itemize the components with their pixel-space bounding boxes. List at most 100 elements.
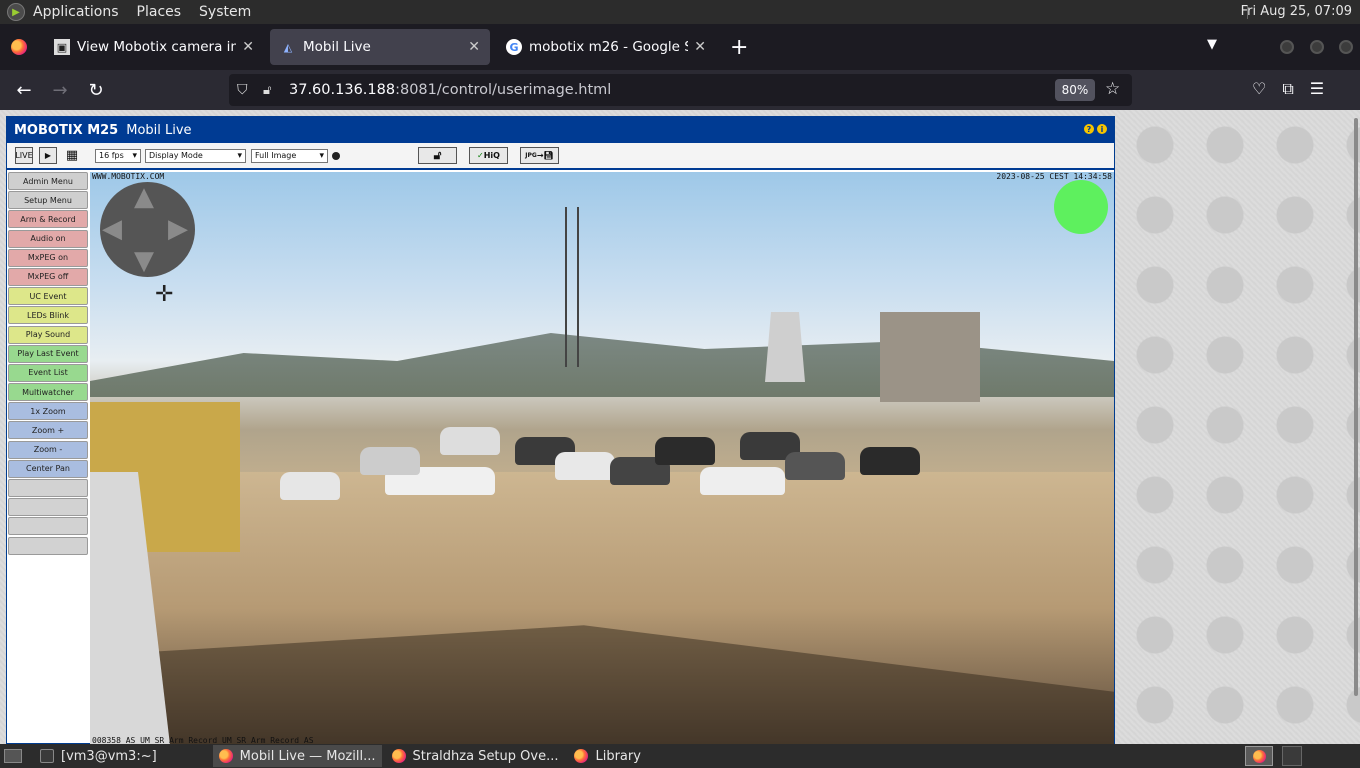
gnome-foot-icon[interactable]: ▶ — [7, 3, 25, 21]
taskbar-item-straldhza[interactable]: Straldhza Setup Ove... — [386, 745, 565, 767]
car — [360, 447, 420, 475]
taskbar-item-label: Straldhza Setup Ove... — [412, 748, 559, 764]
side-menu-empty-button[interactable] — [8, 498, 88, 517]
tab-mobil-live[interactable]: ◭ Mobil Live ✕ — [270, 29, 490, 65]
reload-icon[interactable]: ↻ — [78, 80, 114, 101]
camera-frame: MOBOTIX M25 Mobil Live ? i LIVE ▶ ▦ 16 f… — [6, 116, 1115, 744]
side-menu-event-list-button[interactable]: Event List — [8, 363, 88, 382]
play-icon[interactable]: ▶ — [39, 147, 57, 164]
close-tab-icon[interactable]: ✕ — [694, 39, 706, 55]
jpg-save-button[interactable]: JPG →💾︎ — [520, 147, 559, 164]
tab-title: mobotix m26 - Google Sear — [529, 39, 688, 55]
pan-up-arrow-icon[interactable]: ▲ — [134, 184, 154, 210]
applications-menu[interactable]: Applications — [33, 4, 119, 20]
status-indicator-icon[interactable] — [332, 152, 340, 160]
maximize-button[interactable] — [1310, 40, 1324, 54]
side-menu-empty-button[interactable] — [8, 479, 88, 497]
side-menu-arm-record-button[interactable]: Arm & Record — [8, 210, 88, 229]
side-menu-zoom-button[interactable]: Zoom + — [8, 421, 88, 440]
car — [655, 437, 715, 465]
minimize-button[interactable] — [1280, 40, 1294, 54]
multiview-grid-icon[interactable]: ▦ — [63, 147, 81, 164]
insecure-lock-icon[interactable]: 🔓︎ — [263, 83, 279, 98]
taskbar-item-library[interactable]: Library — [568, 745, 646, 767]
osd-website: WWW.MOBOTIX.COM — [92, 172, 165, 181]
display-mode-select[interactable]: Display Mode — [145, 149, 246, 163]
side-menu-leds-blink-button[interactable]: LEDs Blink — [8, 306, 88, 325]
system-menu[interactable]: System — [199, 4, 251, 20]
side-menu-uc-event-button[interactable]: UC Event — [8, 287, 88, 306]
workspace-firefox-icon[interactable] — [1245, 746, 1273, 766]
extensions-icon[interactable]: ⧉ — [1282, 79, 1293, 99]
workspace-switcher[interactable] — [1282, 746, 1302, 766]
places-menu[interactable]: Places — [137, 4, 182, 20]
parked-cars — [280, 412, 920, 522]
close-tab-icon[interactable]: ✕ — [468, 39, 480, 55]
info-icon[interactable]: i — [1097, 124, 1107, 134]
bottom-taskbar: [vm3@vm3:~] Mobil Live — Mozill... Stral… — [0, 744, 1360, 768]
side-menu-empty-button[interactable] — [8, 536, 88, 555]
unlock-icon[interactable]: 🔓︎ — [418, 147, 457, 164]
car — [785, 452, 845, 480]
side-menu-admin-menu-button[interactable]: Admin Menu — [8, 172, 88, 190]
clock[interactable]: Fri Aug 25, 07:09 — [1241, 4, 1352, 19]
car — [860, 447, 920, 475]
pan-tilt-control[interactable]: ▲ ▼ ◀ ▶ — [100, 182, 195, 277]
side-menu-setup-menu-button[interactable]: Setup Menu — [8, 191, 88, 210]
side-menu-empty-button[interactable] — [8, 517, 88, 536]
hiq-button[interactable]: ✓ HiQ — [469, 147, 508, 164]
side-menu-mxpeg-off-button[interactable]: MxPEG off — [8, 267, 88, 286]
side-menu-multiwatcher-button[interactable]: Multiwatcher — [8, 383, 88, 402]
camera-page-title: Mobil Live — [126, 122, 192, 138]
pocket-icon[interactable]: ♡ — [1252, 79, 1266, 99]
hamburger-menu-icon[interactable]: ☰ — [1310, 79, 1324, 99]
taskbar-item-label: [vm3@vm3:~] — [61, 748, 157, 764]
nav-bar: ← → ↻ ⛉ 🔓︎ 37.60.136.188:8081/control/us… — [0, 70, 1360, 110]
power-pylon — [565, 207, 579, 367]
factory-building — [880, 312, 980, 402]
bookmark-star-icon[interactable]: ☆ — [1105, 79, 1120, 99]
cooling-tower — [765, 312, 805, 382]
top-panel: ▶ Applications Places System Fri Aug 25,… — [0, 0, 1360, 24]
tab-mobotix-view[interactable]: ▣ View Mobotix camera in Bul ✕ — [44, 29, 264, 65]
list-tabs-chevron-icon[interactable]: ▼ — [1207, 37, 1217, 52]
side-menu-play-last-event-button[interactable]: Play Last Event — [8, 344, 88, 363]
taskbar-item-mobil-live[interactable]: Mobil Live — Mozill... — [212, 745, 382, 767]
close-window-button[interactable] — [1339, 40, 1353, 54]
side-menu-play-sound-button[interactable]: Play Sound — [8, 325, 88, 344]
image-size-select[interactable]: Full Image — [251, 149, 328, 163]
side-menu-zoom-button[interactable]: Zoom - — [8, 440, 88, 459]
camera-live-image[interactable]: WWW.MOBOTIX.COM 2023-08-25 CEST 14:34:58… — [90, 172, 1114, 744]
firefox-icon — [391, 749, 406, 763]
car — [700, 467, 785, 495]
tab-title: Mobil Live — [303, 39, 371, 55]
fps-select[interactable]: 16 fps — [95, 149, 141, 163]
firefox-view-icon[interactable] — [11, 39, 27, 55]
page-scrollbar[interactable] — [1354, 118, 1358, 696]
tab-google-search[interactable]: G mobotix m26 - Google Sear ✕ — [496, 29, 716, 65]
side-menu-audio-on-button[interactable]: Audio on — [8, 229, 88, 248]
back-arrow-icon[interactable]: ← — [6, 80, 42, 101]
show-desktop-icon[interactable] — [4, 749, 22, 763]
side-menu-center-pan-button[interactable]: Center Pan — [8, 459, 88, 478]
pan-right-arrow-icon[interactable]: ▶ — [168, 216, 188, 242]
new-tab-plus-icon[interactable]: + — [730, 35, 748, 60]
toolbar-right-icons: ♡ ⧉ ☰ — [1252, 79, 1324, 99]
pan-left-arrow-icon[interactable]: ◀ — [102, 216, 122, 242]
live-view-icon[interactable]: LIVE — [15, 147, 33, 164]
taskbar-item-terminal[interactable]: [vm3@vm3:~] — [34, 745, 163, 767]
zoom-level-badge[interactable]: 80% — [1055, 79, 1095, 101]
side-menu-1x-zoom-button[interactable]: 1x Zoom — [8, 402, 88, 421]
shield-icon[interactable]: ⛉ — [237, 82, 253, 98]
forward-arrow-icon[interactable]: → — [42, 80, 78, 101]
tab-title: View Mobotix camera in Bul — [77, 39, 237, 55]
side-menu-mxpeg-on-button[interactable]: MxPEG on — [8, 248, 88, 267]
close-tab-icon[interactable]: ✕ — [242, 39, 254, 55]
mobil-favicon-icon: ◭ — [283, 40, 293, 54]
mobotix-favicon-icon: ▣ — [54, 39, 70, 55]
help-question-icon[interactable]: ? — [1084, 124, 1094, 134]
url-bar[interactable]: ⛉ 🔓︎ 37.60.136.188:8081/control/userimag… — [229, 74, 1132, 106]
url-text[interactable]: 37.60.136.188:8081/control/userimage.htm… — [289, 82, 611, 98]
camera-toolbar: LIVE ▶ ▦ 16 fps Display Mode Full Image … — [7, 143, 1114, 170]
pan-down-arrow-icon[interactable]: ▼ — [134, 248, 154, 274]
